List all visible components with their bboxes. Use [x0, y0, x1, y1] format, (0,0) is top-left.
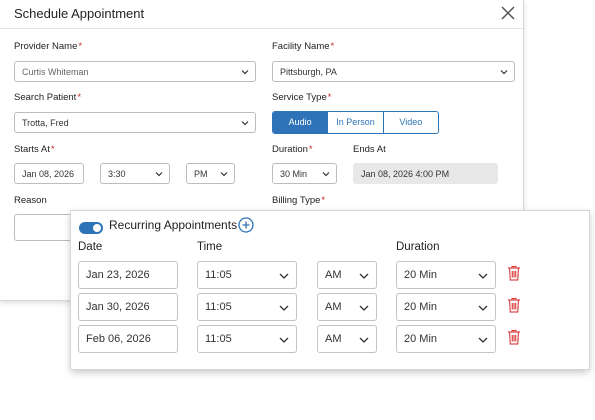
- recurring-appointments-panel: Recurring Appointments Date Time Duratio…: [71, 211, 589, 369]
- trash-icon[interactable]: [507, 329, 521, 345]
- start-date-input[interactable]: Jan 08, 2026: [14, 163, 84, 184]
- reason-label: Reason: [14, 195, 47, 206]
- duration-select[interactable]: 30 Min: [272, 163, 337, 184]
- ends-at-label: Ends At: [353, 144, 386, 155]
- recurring-date-input[interactable]: Feb 06, 2026: [78, 325, 178, 353]
- ends-at-field: Jan 08, 2026 4:00 PM: [353, 163, 498, 184]
- recurring-time-select[interactable]: 11:05: [197, 293, 297, 321]
- service-video-button[interactable]: Video: [382, 112, 438, 133]
- close-icon[interactable]: [500, 5, 516, 21]
- chevron-down-icon: [279, 337, 289, 343]
- trash-icon[interactable]: [507, 297, 521, 313]
- provider-select[interactable]: Curtis Whiteman: [14, 61, 256, 82]
- duration-column-header: Duration: [396, 241, 440, 253]
- chevron-down-icon: [359, 337, 369, 343]
- recurring-ampm-select[interactable]: AM: [317, 293, 377, 321]
- date-column-header: Date: [78, 241, 103, 253]
- facility-label: Facility Name*: [272, 41, 335, 52]
- recurring-duration-select[interactable]: 20 Min: [396, 325, 496, 353]
- chevron-down-icon: [279, 305, 289, 311]
- chevron-down-icon: [359, 273, 369, 279]
- recurring-duration-select[interactable]: 20 Min: [396, 261, 496, 289]
- dialog-header: Schedule Appointment: [0, 0, 523, 29]
- service-in-person-button[interactable]: In Person: [327, 112, 382, 133]
- recurring-duration-select[interactable]: 20 Min: [396, 293, 496, 321]
- recurring-time-select[interactable]: 11:05: [197, 261, 297, 289]
- trash-icon[interactable]: [507, 265, 521, 281]
- chevron-down-icon: [155, 172, 163, 177]
- patient-select[interactable]: Trotta, Fred: [14, 112, 256, 133]
- provider-value: Curtis Whiteman: [22, 67, 89, 77]
- chevron-down-icon: [478, 337, 488, 343]
- recurring-ampm-select[interactable]: AM: [317, 261, 377, 289]
- facility-value: Pittsburgh, PA: [280, 67, 337, 77]
- recurring-date-input[interactable]: Jan 23, 2026: [78, 261, 178, 289]
- service-type-toggle: Audio In Person Video: [272, 111, 439, 134]
- recurring-label: Recurring Appointments: [109, 218, 238, 232]
- facility-select[interactable]: Pittsburgh, PA: [272, 61, 515, 82]
- chevron-down-icon: [279, 273, 289, 279]
- chevron-down-icon: [220, 172, 228, 177]
- patient-value: Trotta, Fred: [22, 118, 69, 128]
- billing-type-label: Billing Type*: [272, 195, 326, 206]
- provider-label: Provider Name*: [14, 41, 83, 52]
- toggle-knob: [93, 224, 101, 232]
- chevron-down-icon: [500, 70, 508, 75]
- recurring-ampm-select[interactable]: AM: [317, 325, 377, 353]
- add-circle-icon[interactable]: [238, 217, 254, 233]
- reason-input[interactable]: [14, 214, 74, 241]
- recurring-toggle[interactable]: [79, 222, 103, 234]
- recurring-date-input[interactable]: Jan 30, 2026: [78, 293, 178, 321]
- chevron-down-icon: [478, 273, 488, 279]
- time-column-header: Time: [197, 241, 223, 253]
- chevron-down-icon: [241, 121, 249, 126]
- recurring-time-select[interactable]: 11:05: [197, 325, 297, 353]
- service-audio-button[interactable]: Audio: [273, 112, 328, 133]
- chevron-down-icon: [478, 305, 488, 311]
- dialog-title: Schedule Appointment: [14, 6, 145, 21]
- chevron-down-icon: [241, 70, 249, 75]
- chevron-down-icon: [359, 305, 369, 311]
- start-time-select[interactable]: 3:30: [100, 163, 170, 184]
- starts-at-label: Starts At*: [14, 144, 55, 155]
- chevron-down-icon: [322, 172, 330, 177]
- patient-label: Search Patient*: [14, 92, 82, 103]
- start-ampm-select[interactable]: PM: [186, 163, 235, 184]
- service-type-label: Service Type*: [272, 92, 332, 103]
- duration-label: Duration*: [272, 144, 313, 155]
